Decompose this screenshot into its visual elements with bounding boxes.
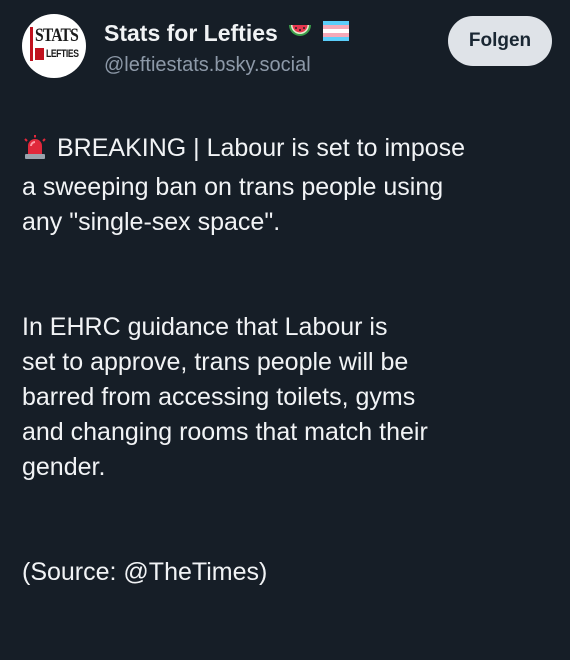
display-name[interactable]: Stats for Lefties bbox=[104, 20, 278, 46]
logo-red-bar bbox=[30, 27, 33, 61]
post-header: STATS LEFTIES Stats for Lefties @lefties… bbox=[22, 14, 552, 78]
logo-red-block bbox=[35, 48, 44, 60]
stats-for-lefties-logo: STATS LEFTIES bbox=[29, 26, 79, 66]
trans-flag-icon bbox=[322, 20, 349, 46]
avatar[interactable]: STATS LEFTIES bbox=[22, 14, 86, 78]
name-row: Stats for Lefties bbox=[104, 18, 349, 48]
follow-button[interactable]: Folgen bbox=[448, 16, 552, 66]
post-paragraph-2: In EHRC guidance that Labour is set to a… bbox=[22, 313, 428, 481]
post-body: BREAKING | Labour is set to impose a swe… bbox=[22, 96, 557, 660]
post-paragraph-1: BREAKING | Labour is set to impose a swe… bbox=[22, 131, 557, 240]
post-card: STATS LEFTIES Stats for Lefties @lefties… bbox=[0, 0, 570, 586]
post-paragraph-1-text: BREAKING | Labour is set to impose a swe… bbox=[22, 134, 466, 236]
user-handle[interactable]: @leftiestats.bsky.social bbox=[104, 52, 311, 78]
watermelon-icon bbox=[287, 20, 313, 47]
logo-text-lefties: LEFTIES bbox=[46, 48, 79, 60]
post-paragraph-3: (Source: @TheTimes) bbox=[22, 558, 268, 586]
logo-text-stats: STATS bbox=[35, 25, 79, 46]
siren-icon bbox=[22, 134, 48, 170]
